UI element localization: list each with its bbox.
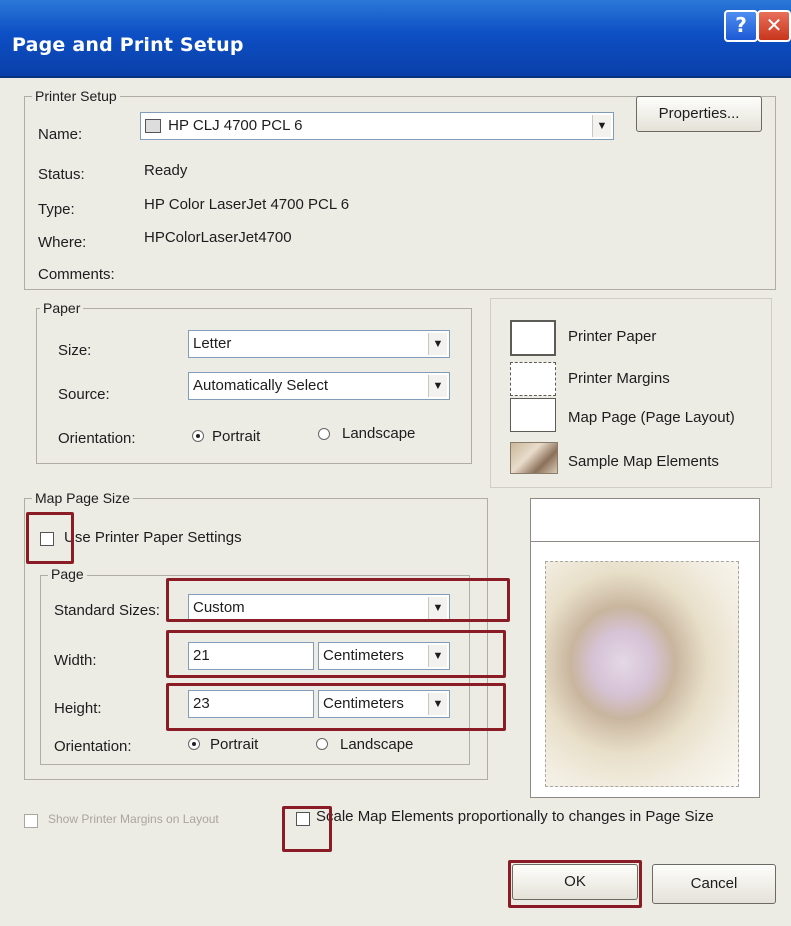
standard-sizes-label: Standard Sizes: (54, 602, 160, 619)
scale-map-elements-label: Scale Map Elements proportionally to cha… (316, 808, 714, 825)
show-margins-label: Show Printer Margins on Layout (48, 812, 219, 826)
legend-printer-margins: Printer Margins (568, 370, 670, 387)
paper-source-value: Automatically Select (193, 377, 329, 394)
cancel-button[interactable]: Cancel (652, 864, 776, 904)
paper-portrait-label: Portrait (212, 428, 261, 445)
annotation-highlight (166, 578, 510, 622)
chevron-down-icon[interactable]: ▼ (592, 115, 611, 137)
printer-margins-swatch (510, 362, 556, 396)
comments-label: Comments: (38, 266, 115, 283)
type-value: HP Color LaserJet 4700 PCL 6 (144, 196, 350, 213)
preview-map-image (545, 561, 739, 787)
help-button[interactable]: ? (724, 10, 758, 42)
printer-icon (145, 119, 161, 134)
properties-button[interactable]: Properties... (636, 96, 762, 132)
status-label: Status: (38, 166, 85, 183)
paper-size-select[interactable]: Letter ▼ (188, 330, 450, 358)
paper-portrait-radio[interactable] (192, 430, 204, 442)
annotation-highlight (166, 683, 506, 731)
annotation-highlight (166, 630, 506, 678)
legend-sample-map: Sample Map Elements (568, 453, 719, 470)
preview-paper-edge (531, 541, 759, 542)
paper-landscape-label: Landscape (342, 425, 416, 442)
paper-landscape-radio[interactable] (318, 428, 330, 440)
printer-name-value: HP CLJ 4700 PCL 6 (168, 117, 303, 134)
close-button[interactable]: ✕ (757, 10, 791, 42)
paper-orientation-label: Orientation: (58, 430, 136, 447)
chevron-down-icon[interactable]: ▼ (428, 375, 447, 397)
paper-source-label: Source: (58, 386, 110, 403)
use-printer-paper-label: Use Printer Paper Settings (64, 529, 242, 546)
window-title: Page and Print Setup (12, 34, 244, 56)
legend-printer-paper: Printer Paper (568, 328, 657, 345)
type-label: Type: (38, 201, 75, 218)
paper-size-value: Letter (193, 335, 232, 352)
paper-legend: Paper (40, 300, 84, 316)
name-label: Name: (38, 126, 83, 143)
map-landscape-radio[interactable] (316, 738, 328, 750)
annotation-highlight (508, 860, 642, 908)
height-label: Height: (54, 700, 102, 717)
map-page-swatch (510, 398, 556, 432)
printer-paper-swatch (510, 320, 556, 356)
map-portrait-label: Portrait (210, 736, 259, 753)
map-thumbnail-icon (510, 442, 558, 474)
annotation-highlight (282, 806, 332, 852)
page-preview (530, 498, 760, 798)
show-margins-checkbox[interactable] (24, 814, 38, 828)
annotation-highlight (26, 512, 74, 564)
printer-name-select[interactable]: HP CLJ 4700 PCL 6 ▼ (140, 112, 614, 140)
where-value: HPColorLaserJet4700 (144, 229, 292, 246)
width-label: Width: (54, 652, 97, 669)
status-value: Ready (144, 162, 188, 179)
chevron-down-icon[interactable]: ▼ (428, 333, 447, 355)
map-landscape-label: Landscape (340, 736, 414, 753)
map-orientation-label: Orientation: (54, 738, 132, 755)
where-label: Where: (38, 234, 87, 251)
page-legend: Page (48, 566, 87, 582)
map-page-size-legend: Map Page Size (32, 490, 133, 506)
paper-source-select[interactable]: Automatically Select ▼ (188, 372, 450, 400)
legend-map-page: Map Page (Page Layout) (568, 409, 735, 426)
printer-setup-legend: Printer Setup (32, 88, 120, 104)
paper-size-label: Size: (58, 342, 92, 359)
map-portrait-radio[interactable] (188, 738, 200, 750)
